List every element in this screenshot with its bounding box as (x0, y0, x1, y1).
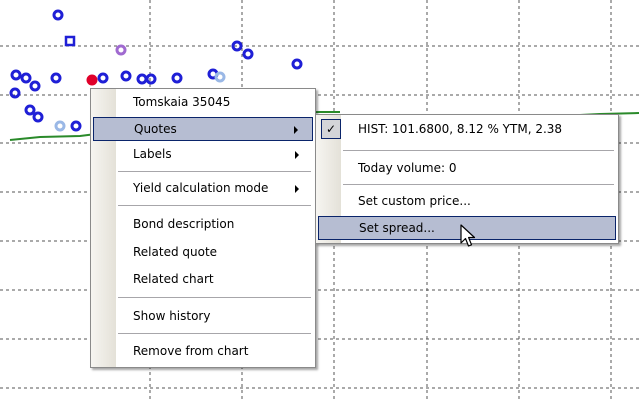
bond-marker[interactable] (120, 70, 132, 82)
bond-marker[interactable] (97, 72, 109, 84)
menu-item-label: Set spread... (359, 221, 435, 235)
bond-marker[interactable] (32, 111, 44, 123)
bond-marker[interactable] (291, 58, 303, 70)
bond-marker[interactable] (136, 73, 148, 85)
bond-marker[interactable] (54, 120, 66, 132)
menu-separator (118, 333, 311, 334)
bond-marker[interactable] (115, 44, 127, 56)
menu-item-label: Tomskaia 35045 (133, 95, 231, 109)
bond-context-menu: Tomskaia 35045 Quotes Labels Yield calcu… (90, 88, 316, 368)
menu-item-related-quote[interactable]: Related quote (93, 241, 313, 265)
bond-marker[interactable] (29, 80, 41, 92)
bond-marker[interactable] (20, 72, 32, 84)
menu-item-quotes[interactable]: Quotes (93, 117, 313, 141)
bond-marker-selected[interactable] (86, 74, 98, 86)
bond-marker[interactable] (9, 87, 21, 99)
menu-item-label: Remove from chart (133, 344, 249, 358)
menu-item-set-custom-price[interactable]: Set custom price... (318, 190, 616, 214)
menu-item-label: Show history (133, 309, 211, 323)
bond-marker[interactable] (145, 73, 157, 85)
menu-item-label: Today volume: 0 (358, 161, 457, 175)
menu-item-label: Bond description (133, 217, 235, 231)
menu-item-hist-quote[interactable]: ✓ HIST: 101.6800, 8.12 % YTM, 2.38 (318, 118, 616, 142)
menu-item-today-volume[interactable]: Today volume: 0 (318, 157, 616, 181)
menu-item-related-chart[interactable]: Related chart (93, 268, 313, 292)
bond-marker[interactable] (214, 71, 226, 83)
menu-item-show-history[interactable]: Show history (93, 305, 313, 329)
menu-separator (118, 171, 311, 172)
bond-marker[interactable] (52, 9, 64, 21)
menu-separator (343, 150, 614, 151)
menu-item-yield-calculation-mode[interactable]: Yield calculation mode (93, 177, 313, 201)
menu-item-remove-from-chart[interactable]: Remove from chart (93, 340, 313, 364)
menu-separator (343, 184, 614, 185)
bond-marker[interactable] (242, 48, 254, 60)
bond-marker[interactable] (171, 72, 183, 84)
submenu-arrow-icon (294, 126, 298, 134)
submenu-arrow-icon (295, 151, 299, 159)
menu-item-label: Yield calculation mode (133, 181, 269, 195)
mouse-cursor-icon (460, 224, 476, 247)
bond-marker[interactable] (70, 120, 82, 132)
bond-marker[interactable] (10, 69, 22, 81)
menu-item-label: Labels (133, 147, 172, 161)
menu-item-label: Quotes (134, 122, 177, 136)
menu-item-label: Related quote (133, 245, 218, 259)
menu-separator (118, 297, 311, 298)
bond-marker-square[interactable] (64, 35, 76, 47)
bond-marker[interactable] (24, 104, 36, 116)
submenu-arrow-icon (295, 185, 299, 193)
menu-item-label: Set custom price... (358, 194, 471, 208)
menu-item-bond-name[interactable]: Tomskaia 35045 (93, 91, 313, 115)
bond-marker[interactable] (50, 72, 62, 84)
menu-item-bond-description[interactable]: Bond description (93, 213, 313, 237)
menu-separator (118, 205, 311, 206)
checkmark-icon: ✓ (321, 119, 341, 139)
menu-item-label: Related chart (133, 272, 214, 286)
menu-item-label: HIST: 101.6800, 8.12 % YTM, 2.38 (358, 122, 563, 136)
menu-item-labels[interactable]: Labels (93, 143, 313, 167)
